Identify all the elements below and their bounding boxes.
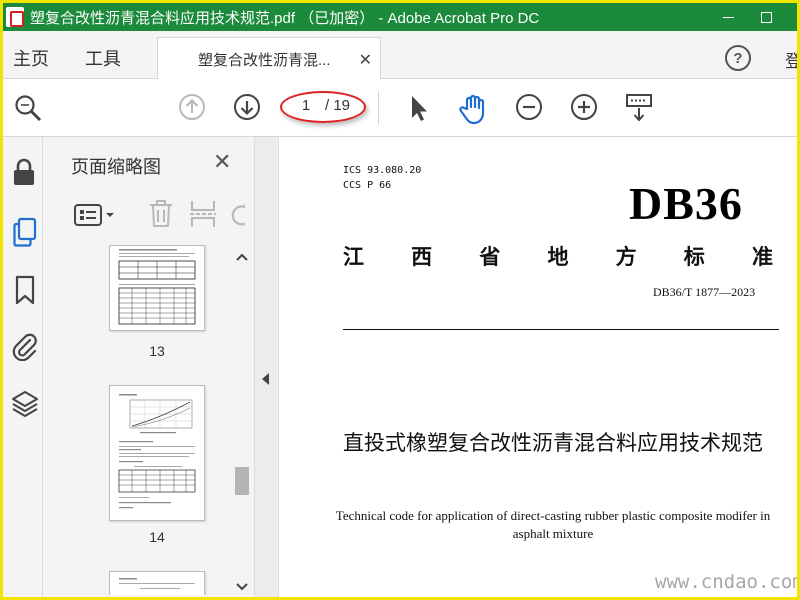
tab-document[interactable]: 塑复合改性沥青混... ✕ — [157, 37, 381, 80]
maximize-button[interactable] — [749, 3, 783, 31]
standard-number: DB36/T 1877—2023 — [653, 285, 756, 299]
close-panel-icon[interactable]: ✕ — [213, 149, 231, 175]
heading-char: 方 — [615, 246, 637, 269]
hand-tool-icon[interactable] — [458, 93, 490, 130]
zoom-in-icon[interactable] — [570, 93, 598, 126]
thumbnail-label: 14 — [149, 529, 165, 545]
rotate-page-icon[interactable] — [229, 201, 245, 232]
scroll-down-icon[interactable] — [236, 579, 248, 597]
bookmark-icon[interactable] — [13, 275, 37, 310]
tab-tools[interactable]: 工具 — [85, 45, 121, 71]
title-bar: 塑复合改性沥青混合料应用技术规范.pdf （已加密） - Adobe Acrob… — [3, 3, 797, 31]
scroll-thumb[interactable] — [235, 467, 249, 495]
heading-char: 西 — [411, 246, 433, 269]
db-code: DB36 — [629, 178, 743, 229]
lock-icon[interactable] — [11, 157, 37, 192]
heading-char: 江 — [343, 246, 364, 269]
previous-page-icon[interactable] — [178, 93, 206, 126]
next-page-icon[interactable] — [233, 93, 261, 126]
thumbnail-page-14[interactable] — [109, 385, 205, 521]
ccs-code: CCS P 66 — [343, 180, 392, 191]
panel-options-icon[interactable] — [73, 201, 119, 234]
heading-divider — [343, 329, 779, 330]
window-title: 塑复合改性沥青混合料应用技术规范.pdf （已加密） - Adobe Acrob… — [30, 9, 540, 27]
tab-document-label: 塑复合改性沥青混... — [198, 51, 331, 69]
thumbnail-page-15[interactable] — [109, 571, 205, 595]
heading-char: 标 — [683, 246, 705, 269]
attachment-icon[interactable] — [11, 331, 39, 366]
thumbnail-panel: 页面缩略图 ✕ 13 14 — [43, 137, 255, 597]
collapse-arrow-icon[interactable] — [262, 373, 269, 385]
thumbnail-scrollbar[interactable] — [233, 245, 251, 595]
site-watermark: www.cndao.com — [655, 571, 797, 593]
layers-icon[interactable] — [11, 389, 39, 424]
tab-bar: 主页 工具 塑复合改性沥青混... ✕ ? 登 — [3, 31, 797, 80]
highlight-ellipse — [280, 91, 366, 123]
zoom-out-icon[interactable] — [515, 93, 543, 126]
thumbnail-label: 13 — [149, 343, 165, 359]
keyboard-scroll-icon[interactable] — [625, 93, 653, 128]
page-thumbnails-icon[interactable] — [11, 217, 39, 252]
panel-collapse-strip[interactable] — [255, 137, 279, 597]
delete-page-icon[interactable] — [147, 199, 175, 234]
panel-title: 页面缩略图 — [71, 157, 161, 177]
select-cursor-icon[interactable] — [407, 93, 431, 128]
document-title-cn: 直投式橡塑复合改性沥青混合料应用技术规范 — [343, 432, 763, 455]
thumbnail-list: 13 14 — [57, 245, 227, 595]
minimize-button[interactable] — [711, 3, 745, 31]
navigation-rail — [3, 137, 43, 597]
document-title-en: Technical code for application of direct… — [335, 508, 771, 541]
document-page: ICS 93.080.20 CCS P 66 DB36 江 西 省 地 方 标 … — [279, 137, 797, 597]
province-standard-heading: 江 西 省 地 方 标 准 — [343, 241, 773, 271]
app-window: 塑复合改性沥青混合料应用技术规范.pdf （已加密） - Adobe Acrob… — [3, 3, 797, 597]
ics-code: ICS 93.080.20 — [343, 165, 422, 176]
scroll-up-icon[interactable] — [236, 249, 248, 267]
heading-char: 省 — [479, 246, 501, 269]
tab-home[interactable]: 主页 — [13, 45, 49, 71]
toolbar: 1 / 19 — [3, 79, 797, 137]
help-icon[interactable]: ? — [725, 45, 751, 71]
signin-button[interactable]: 登 — [785, 47, 797, 72]
maximize-icon — [760, 11, 772, 23]
zoom-search-icon[interactable] — [13, 93, 43, 128]
heading-char: 准 — [751, 246, 773, 269]
close-tab-icon[interactable]: ✕ — [359, 50, 372, 70]
pdf-icon — [6, 7, 24, 27]
toolbar-divider — [378, 91, 379, 125]
heading-char: 地 — [547, 246, 569, 269]
thumbnail-page-13[interactable] — [109, 245, 205, 331]
minimize-icon — [722, 16, 734, 18]
split-page-icon[interactable] — [189, 199, 217, 234]
